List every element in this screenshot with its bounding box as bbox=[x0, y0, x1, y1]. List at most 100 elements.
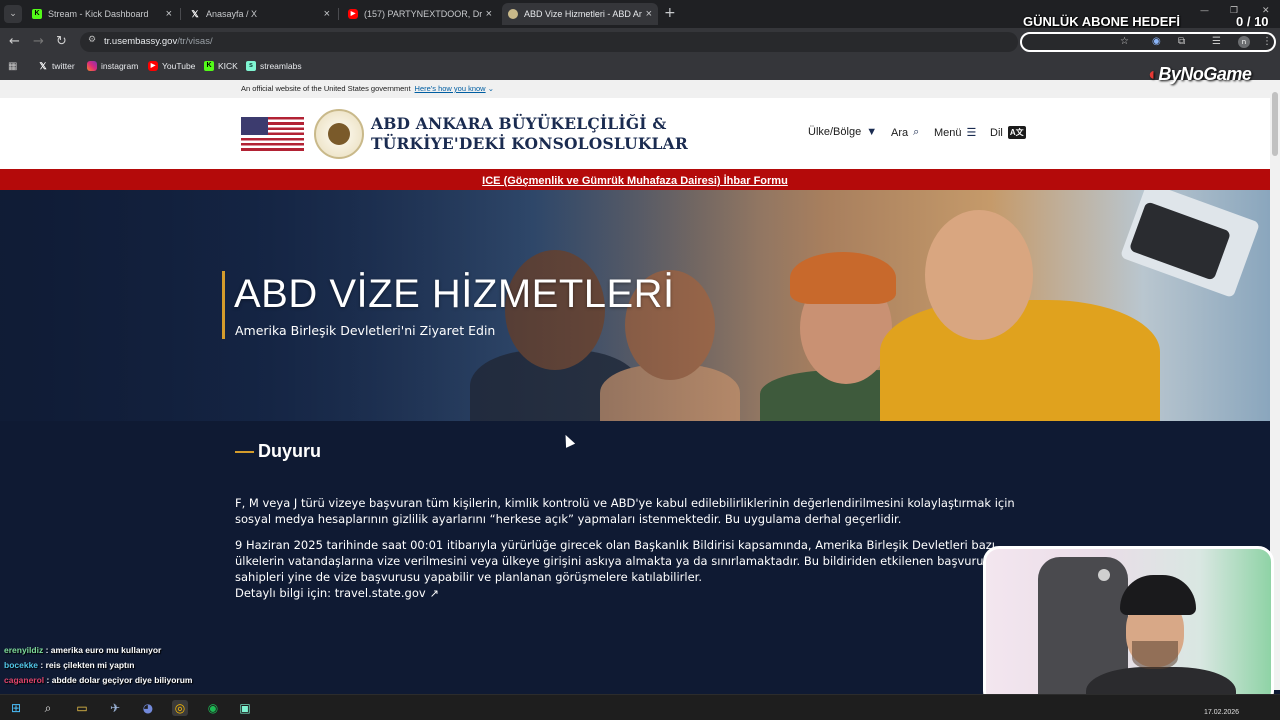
country-region-dropdown[interactable]: Ülke/Bölge ▼ bbox=[808, 126, 877, 138]
hero-subtitle: Amerika Birleşik Devletleri'ni Ziyaret E… bbox=[235, 323, 496, 338]
url-text: tr.usembassy.gov/tr/visas/ bbox=[104, 36, 213, 47]
forward-button[interactable]: → bbox=[33, 34, 44, 50]
youtube-icon: ▶ bbox=[148, 61, 158, 71]
bookmark-label: YouTube bbox=[162, 61, 196, 71]
navigation-bar: ← → ↻ ⚙ tr.usembassy.gov/tr/visas/ ☆ ◉ ⧉… bbox=[0, 28, 1280, 56]
hamburger-icon: ☰ bbox=[966, 127, 977, 139]
announcement-paragraph-1: F, M veya J türü vizeye başvuran tüm kiş… bbox=[235, 496, 1015, 526]
tab-title: ABD Vize Hizmetleri - ABD Anka bbox=[524, 9, 642, 19]
subscriber-goal-count: 0 / 10 bbox=[1236, 14, 1269, 29]
reload-button[interactable]: ↻ bbox=[56, 34, 67, 50]
youtube-icon: ▶ bbox=[348, 9, 358, 19]
bookmark-kick[interactable]: K KICK bbox=[204, 61, 238, 71]
chat-text: : reis çilekten mi yaptın bbox=[40, 660, 135, 670]
tab-list-icon[interactable]: ☰ bbox=[1212, 36, 1221, 47]
ice-report-link[interactable]: ICE (Göçmenlik ve Gümrük Muhafaza Daires… bbox=[482, 175, 788, 187]
announcement-heading: Duyuru bbox=[258, 441, 321, 461]
tab-kick-dashboard[interactable]: K Stream - Kick Dashboard × bbox=[26, 3, 178, 25]
apps-grid-icon[interactable]: ▦ bbox=[8, 61, 17, 72]
bookmark-label: KICK bbox=[218, 61, 238, 71]
bookmark-instagram[interactable]: instagram bbox=[87, 61, 138, 71]
new-tab-button[interactable]: + bbox=[664, 5, 676, 21]
spotify-icon[interactable]: ◉ bbox=[205, 700, 221, 716]
windows-start-icon[interactable]: ⊞ bbox=[8, 700, 24, 716]
kick-icon: K bbox=[204, 61, 214, 71]
chat-text: : amerika euro mu kullanıyor bbox=[45, 645, 162, 655]
official-banner: An official website of the United States… bbox=[0, 80, 1270, 98]
scrollbar-thumb[interactable] bbox=[1272, 92, 1278, 156]
country-region-label: Ülke/Bölge bbox=[808, 126, 862, 138]
streamer-beard bbox=[1132, 641, 1178, 669]
search-button[interactable]: Ara ⌕ bbox=[891, 126, 919, 139]
file-explorer-icon[interactable]: ▭ bbox=[74, 700, 90, 716]
streamlabs-icon[interactable]: ▣ bbox=[237, 700, 253, 716]
chair-logo-icon bbox=[1098, 569, 1110, 581]
tab-x-home[interactable]: 𝕏 Anasayfa / X × bbox=[184, 3, 336, 25]
search-icon: ⌕ bbox=[913, 126, 920, 138]
bookmark-label: instagram bbox=[101, 61, 139, 71]
language-button[interactable]: Dil A文 bbox=[990, 126, 1026, 139]
x-icon: 𝕏 bbox=[39, 61, 47, 71]
discord-icon[interactable]: ◕ bbox=[140, 700, 156, 716]
close-tab-icon[interactable]: × bbox=[324, 8, 330, 20]
embassy-seal-logo[interactable] bbox=[314, 109, 364, 159]
hero-title: ABD VİZE HİZMETLERİ bbox=[234, 272, 675, 316]
streamlabs-icon: s bbox=[246, 61, 256, 71]
streamer-cap bbox=[1120, 575, 1196, 615]
toolbar-actions: ☆ ◉ ⧉ ☰ n ⋮ bbox=[1020, 32, 1276, 52]
chat-message: erenyildiz : amerika euro mu kullanıyor bbox=[4, 643, 192, 658]
chat-username: erenyildiz bbox=[4, 645, 44, 655]
url-host: tr.usembassy.gov bbox=[104, 36, 178, 47]
chat-username: caganerol bbox=[4, 675, 45, 685]
embassy-name-line1: ABD ANKARA BÜYÜKELÇİLİĞİ & bbox=[371, 114, 667, 133]
tab-search-button[interactable]: ⌄ bbox=[4, 5, 22, 23]
announcement-paragraph-2: 9 Haziran 2025 tarihinde saat 00:01 itib… bbox=[235, 538, 995, 584]
bookmark-star-icon[interactable]: ☆ bbox=[1120, 36, 1129, 47]
minimize-icon[interactable]: — bbox=[1200, 6, 1209, 16]
app-icon[interactable]: ✈ bbox=[107, 700, 123, 716]
webcam-overlay bbox=[983, 546, 1274, 707]
detail-info-link[interactable]: Detaylı bilgi için: travel.state.gov ↗ bbox=[235, 585, 1035, 602]
site-info-icon[interactable]: ⚙ bbox=[88, 35, 96, 45]
instagram-icon bbox=[87, 61, 97, 71]
x-icon: 𝕏 bbox=[191, 9, 199, 19]
tab-youtube[interactable]: ▶ (157) PARTYNEXTDOOR, Drake × bbox=[342, 3, 498, 25]
menu-button[interactable]: Menü ☰ bbox=[934, 126, 977, 140]
translate-icon: A文 bbox=[1007, 126, 1026, 139]
embassy-name[interactable]: ABD ANKARA BÜYÜKELÇİLİĞİ & TÜRKİYE'DEKİ … bbox=[371, 114, 688, 154]
menu-label: Menü bbox=[934, 126, 962, 139]
tab-title: (157) PARTYNEXTDOOR, Drake bbox=[364, 9, 482, 19]
chat-text: : abdde dolar geçiyor diye biliyorum bbox=[46, 675, 193, 685]
close-tab-icon[interactable]: × bbox=[166, 8, 172, 20]
bookmark-twitter[interactable]: 𝕏 twitter bbox=[38, 61, 74, 71]
bookmarks-bar: ▦ 𝕏 twitter instagram ▶ YouTube K KICK s… bbox=[0, 56, 1280, 80]
search-icon[interactable]: ⌕ bbox=[40, 700, 56, 716]
profile-avatar[interactable]: n bbox=[1238, 36, 1250, 48]
media-icon[interactable]: ◉ bbox=[1152, 36, 1161, 47]
streamer-logo: ◖ ByNoGame bbox=[1146, 64, 1252, 84]
official-link[interactable]: Here's how you know bbox=[415, 84, 486, 93]
us-flag-logo[interactable] bbox=[241, 117, 304, 151]
bookmark-youtube[interactable]: ▶ YouTube bbox=[148, 61, 195, 71]
taskbar-date: 17.02.2026 bbox=[1204, 709, 1240, 716]
chat-overlay: erenyildiz : amerika euro mu kullanıyor … bbox=[4, 643, 192, 688]
bookmark-streamlabs[interactable]: s streamlabs bbox=[246, 61, 302, 71]
extensions-icon[interactable]: ⧉ bbox=[1178, 36, 1185, 47]
hero-banner: ABD VİZE HİZMETLERİ Amerika Birleşik Dev… bbox=[0, 190, 1270, 421]
language-label: Dil bbox=[990, 126, 1003, 139]
address-bar[interactable]: ⚙ tr.usembassy.gov/tr/visas/ bbox=[80, 32, 1018, 52]
close-tab-icon[interactable]: × bbox=[486, 8, 492, 20]
caret-down-icon: ▼ bbox=[866, 126, 878, 138]
more-menu-icon[interactable]: ⋮ bbox=[1262, 36, 1272, 47]
chrome-icon[interactable]: ◎ bbox=[172, 700, 188, 716]
official-text: An official website of the United States… bbox=[241, 84, 494, 93]
logo-mark-icon: ◖ bbox=[1146, 64, 1157, 84]
external-link-icon: ↗ bbox=[429, 587, 439, 600]
tab-title: Anasayfa / X bbox=[206, 9, 258, 19]
tab-embassy-visas[interactable]: ABD Vize Hizmetleri - ABD Anka × bbox=[502, 3, 658, 25]
back-button[interactable]: ← bbox=[9, 34, 20, 50]
kick-icon: K bbox=[32, 9, 42, 19]
search-label: Ara bbox=[891, 126, 909, 139]
heading-accent-line bbox=[235, 451, 254, 453]
close-tab-icon[interactable]: × bbox=[646, 8, 652, 20]
